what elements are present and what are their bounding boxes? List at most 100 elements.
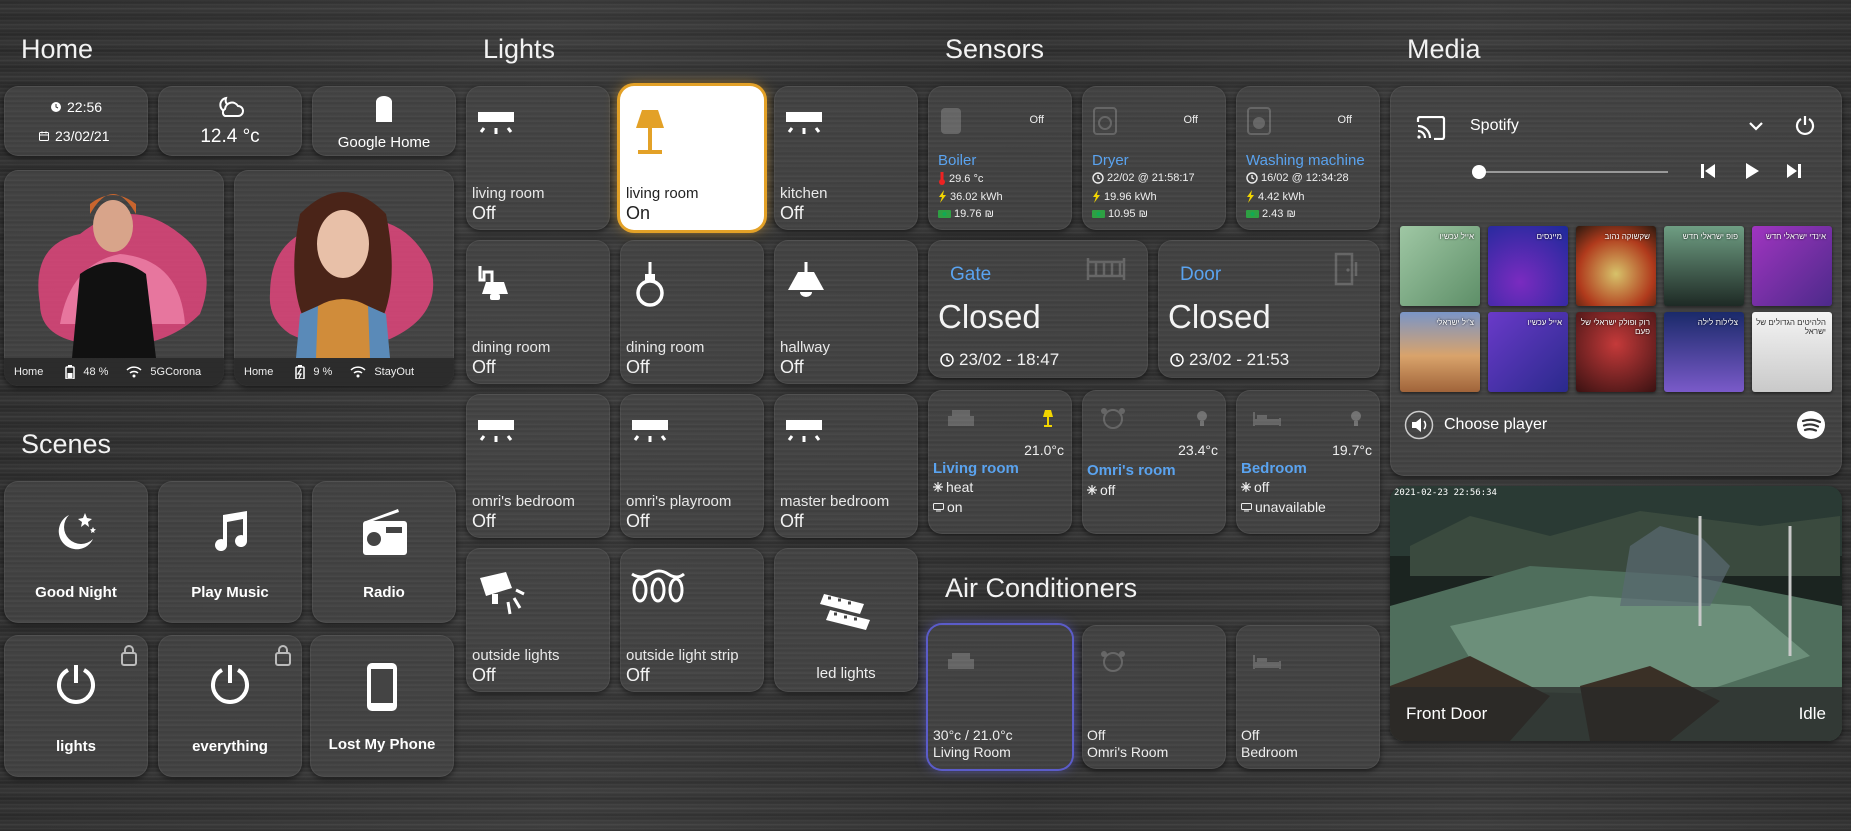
- speaker-icon[interactable]: [1404, 410, 1434, 440]
- light-led[interactable]: led lights: [774, 548, 918, 692]
- section-title-media: Media: [1407, 34, 1481, 64]
- playlist-thumb[interactable]: אייל עכשיו: [1488, 312, 1568, 392]
- gate-icon: [1086, 258, 1126, 280]
- ac-living-room[interactable]: 30°c / 21.0°c Living Room: [928, 625, 1072, 769]
- google-home-card[interactable]: Google Home: [312, 86, 456, 156]
- sensor-cost: 2.43 ₪: [1246, 208, 1296, 220]
- wifi-icon: [350, 366, 366, 378]
- volume-slider[interactable]: [1472, 165, 1668, 179]
- light-living-room-lamp[interactable]: living room On: [620, 86, 764, 230]
- climate-temperature: 19.7°c: [1332, 442, 1372, 458]
- light-kitchen[interactable]: kitchen Off: [774, 86, 918, 230]
- playlist-thumb[interactable]: שקשוקה נהוב: [1576, 226, 1656, 306]
- climate-bedroom[interactable]: 19.7°c Bedroom off unavailable: [1236, 390, 1380, 534]
- gate-last-changed: 23/02 - 18:47: [940, 350, 1059, 370]
- sensor-gate[interactable]: Gate Closed 23/02 - 18:47: [928, 240, 1148, 378]
- scene-lost-my-phone[interactable]: Lost My Phone: [310, 635, 454, 777]
- sensor-cost: 19.76 ₪: [938, 208, 994, 220]
- sensor-dryer[interactable]: Off Dryer 22/02 @ 21:58:17 19.96 kWh 10.…: [1082, 86, 1226, 230]
- pendant-bulb-icon: [636, 262, 664, 307]
- light-master-bedroom[interactable]: master bedroom Off: [774, 394, 918, 538]
- spotify-icon[interactable]: [1796, 410, 1826, 440]
- cash-icon: [1246, 210, 1259, 218]
- choose-player[interactable]: Choose player: [1444, 416, 1547, 434]
- ac-room: Bedroom: [1241, 744, 1298, 760]
- light-omris-playroom[interactable]: omri's playroom Off: [620, 394, 764, 538]
- battery-icon: [65, 365, 76, 379]
- light-dining-room-pendant[interactable]: dining room Off: [620, 240, 764, 384]
- climate-name: Living room: [933, 460, 1019, 477]
- person-status-bar: Home 48 % 5GCorona: [4, 358, 224, 386]
- section-title-home: Home: [21, 34, 94, 64]
- light-living-room-ceiling[interactable]: living room Off: [466, 86, 610, 230]
- cast-icon[interactable]: [1416, 116, 1446, 140]
- playlist-thumb[interactable]: אייל עכשיו: [1400, 226, 1480, 306]
- climate-mode: off: [1241, 479, 1269, 495]
- scene-good-night[interactable]: Good Night: [4, 481, 148, 623]
- person-card-partner[interactable]: Home 9 % StayOut: [234, 170, 454, 386]
- light-state: Off: [472, 203, 496, 223]
- ac-omris-room[interactable]: Off Omri's Room: [1082, 625, 1226, 769]
- scene-lights[interactable]: lights: [4, 635, 148, 777]
- light-name: outside lights: [472, 647, 560, 664]
- calendar-icon: [39, 131, 49, 141]
- playlist-thumb[interactable]: אינדי ישראלי חדש: [1752, 226, 1832, 306]
- gate-title: Gate: [950, 264, 992, 285]
- light-outside-strip[interactable]: outside light strip Off: [620, 548, 764, 692]
- scene-radio[interactable]: Radio: [312, 481, 456, 623]
- section-title-sensors: Sensors: [945, 34, 1045, 64]
- light-state: Off: [472, 357, 496, 377]
- lock-icon[interactable]: [120, 644, 138, 666]
- camera-front-door[interactable]: 2021-02-23 22:56:34 Front Door Idle: [1390, 486, 1842, 741]
- sensor-washing-machine[interactable]: Off Washing machine 16/02 @ 12:34:28 4.4…: [1236, 86, 1380, 230]
- skip-next-icon[interactable]: [1786, 162, 1802, 180]
- person-avatar: [269, 192, 434, 358]
- light-outside[interactable]: outside lights Off: [466, 548, 610, 692]
- scene-play-music[interactable]: Play Music: [158, 481, 302, 623]
- person-wifi: StayOut: [374, 366, 415, 378]
- light-hallway[interactable]: hallway Off: [774, 240, 918, 384]
- play-icon[interactable]: [1744, 162, 1760, 180]
- power-icon[interactable]: [1794, 114, 1816, 136]
- climate-living-room[interactable]: 21.0°c Living room heat on: [928, 390, 1072, 534]
- person-avatar: [38, 194, 207, 358]
- floor-lamp-icon: [636, 110, 664, 154]
- lock-icon[interactable]: [274, 644, 292, 666]
- person-card-omri[interactable]: Home 48 % 5GCorona: [4, 170, 224, 386]
- playlist-thumb[interactable]: פופ ישראלי חדש: [1664, 226, 1744, 306]
- playlist-thumb[interactable]: מיינסים: [1488, 226, 1568, 306]
- sensor-boiler[interactable]: Off Boiler 29.6 °c 36.02 kWh 19.76 ₪: [928, 86, 1072, 230]
- light-state: Off: [626, 357, 650, 377]
- sensor-energy: 19.96 kWh: [1092, 190, 1157, 203]
- weather-card[interactable]: 12.4 °c: [158, 86, 302, 156]
- google-home-icon: [376, 96, 392, 122]
- light-dining-room-wall[interactable]: dining room Off: [466, 240, 610, 384]
- chevron-down-icon[interactable]: [1748, 120, 1764, 132]
- google-home-label: Google Home: [337, 134, 431, 151]
- scene-label: everything: [192, 738, 268, 755]
- climate-name: Bedroom: [1241, 460, 1307, 477]
- skip-previous-icon[interactable]: [1700, 162, 1716, 180]
- media-source[interactable]: Spotify: [1470, 117, 1519, 135]
- playlist-thumb[interactable]: רוק ופולק ישראלי של פעם: [1576, 312, 1656, 392]
- ac-bedroom[interactable]: Off Bedroom: [1236, 625, 1380, 769]
- playlist-thumb[interactable]: הלהיטים הגדולים של ישראל: [1752, 312, 1832, 392]
- sensor-door[interactable]: Door Closed 23/02 - 21:53: [1158, 240, 1380, 378]
- history-icon: [1246, 172, 1258, 184]
- scene-label: lights: [56, 738, 96, 755]
- hvac-icon: [1241, 482, 1251, 492]
- light-omris-bedroom[interactable]: omri's bedroom Off: [466, 394, 610, 538]
- door-title: Door: [1180, 264, 1222, 285]
- climate-omris-room[interactable]: 23.4°c Omri's room off: [1082, 390, 1226, 534]
- playlist-thumb[interactable]: צלילות לילה: [1664, 312, 1744, 392]
- light-name: omri's bedroom: [472, 493, 575, 510]
- section-title-ac: Air Conditioners: [945, 573, 1138, 603]
- volume-slider-handle[interactable]: [1472, 165, 1486, 179]
- ac-status: Off Omri's Room: [1087, 727, 1168, 761]
- scene-everything[interactable]: everything: [158, 635, 302, 777]
- spotlight-icon: [480, 572, 525, 615]
- playlist-thumb[interactable]: צ'יל ישראלי: [1400, 312, 1480, 392]
- clock-icon: [51, 102, 61, 112]
- air-conditioner-icon: [933, 502, 944, 511]
- climate-temperature: 21.0°c: [1024, 442, 1064, 458]
